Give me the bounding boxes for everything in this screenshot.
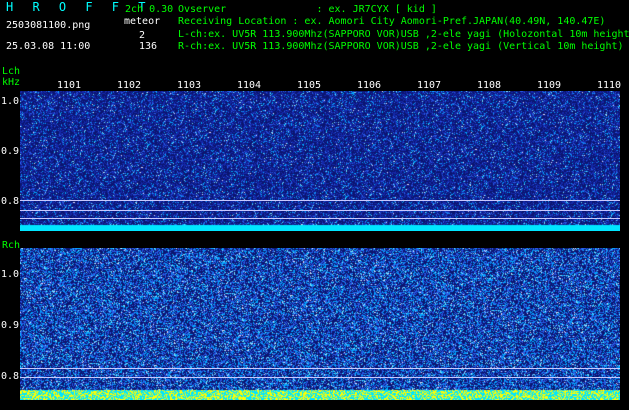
ref-line <box>20 377 620 378</box>
freq-tick: 1.0 <box>1 96 20 107</box>
time-tick: 1105 <box>297 80 322 91</box>
ref-line <box>20 218 620 219</box>
time-tick: 1110 <box>597 80 622 91</box>
time-tick: 1107 <box>417 80 442 91</box>
time-tick: 1101 <box>57 80 82 91</box>
unit-label: kHz <box>2 77 21 88</box>
file-name: 2503081100.png <box>6 20 91 31</box>
mode-label: 2ch 0.30 <box>125 4 174 15</box>
ref-line <box>20 200 620 201</box>
rch-info: R-ch:ex. UV5R 113.900Mhz(SAPPORO VOR)USB… <box>178 41 624 52</box>
time-tick: 1109 <box>537 80 562 91</box>
time-tick: 1102 <box>117 80 142 91</box>
meteor-count-lch: 2 <box>139 30 146 41</box>
freq-tick: 0.8 <box>1 196 20 207</box>
observer-info: Ovserver : ex. JR7CYX [ kid ] <box>178 4 437 15</box>
ref-line <box>20 210 620 211</box>
rch-label: Rch <box>2 240 21 251</box>
lch-label: Lch <box>2 66 21 77</box>
freq-tick: 0.8 <box>1 371 20 382</box>
freq-tick: 0.9 <box>1 320 20 331</box>
time-tick: 1103 <box>177 80 202 91</box>
ref-line <box>20 368 620 369</box>
meteor-label: meteor <box>124 16 161 27</box>
lch-info: L-ch:ex. UV5R 113.900Mhz(SAPPORO VOR)USB… <box>178 29 629 40</box>
meteor-count-rch: 136 <box>139 41 158 52</box>
location-info: Receiving Location : ex. Aomori City Aom… <box>178 16 606 27</box>
time-tick: 1104 <box>237 80 262 91</box>
freq-tick: 1.0 <box>1 269 20 280</box>
freq-tick: 0.9 <box>1 146 20 157</box>
time-tick: 1108 <box>477 80 502 91</box>
timestamp: 25.03.08 11:00 <box>6 41 91 52</box>
time-tick: 1106 <box>357 80 382 91</box>
